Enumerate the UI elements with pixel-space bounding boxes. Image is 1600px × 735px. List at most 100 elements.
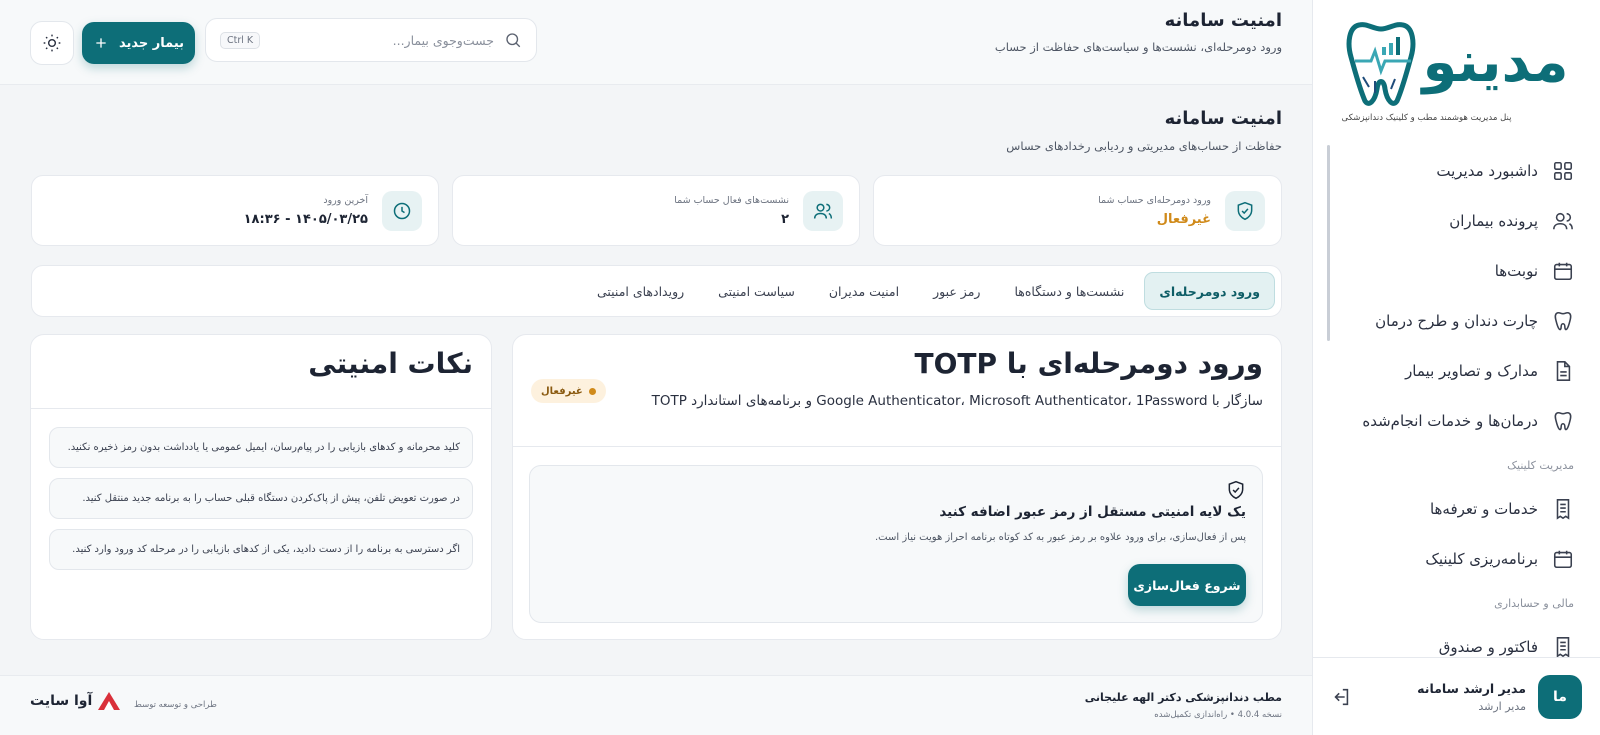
sidebar-section-clinic: مدیریت کلینیک [1507, 458, 1574, 472]
stat-icon-box [803, 190, 843, 231]
totp-title: ورود دومرحله‌ای با TOTP [914, 347, 1263, 380]
shield-check-icon [1237, 201, 1253, 220]
users-icon [1553, 212, 1573, 230]
brand-name: مدینو [1422, 30, 1569, 95]
stat-text: ورود دومرحله‌ای حساب شما غیرفعال [1098, 195, 1211, 227]
tab-two-factor[interactable]: ورود دومرحله‌ای [1144, 272, 1275, 310]
sidebar-item-label: نوبت‌ها [1494, 262, 1538, 280]
sidebar-nav: داشبورد مدیریت پرونده بیماران نوبت‌ها چا… [1313, 140, 1600, 672]
sidebar-item-dashboard[interactable]: داشبورد مدیریت [1313, 146, 1600, 196]
stat-icon-box [382, 190, 422, 231]
totp-panel: ورود دومرحله‌ای با TOTP سازگار با Google… [512, 334, 1282, 640]
security-tips-panel: نکات امنیتی کلید محرمانه و کدهای بازیابی… [30, 334, 492, 640]
tip-item: در صورت تعویض تلفن، پیش از پاک‌کردن دستگ… [49, 478, 473, 519]
status-dot [588, 387, 596, 395]
stat-text: نشست‌های فعال حساب شما ۲ [674, 195, 789, 227]
tooth-icon [1554, 411, 1572, 431]
user-info: مدیر ارشد سامانه مدیر ارشد [1417, 681, 1526, 713]
stat-label: ورود دومرحله‌ای حساب شما [1098, 194, 1211, 206]
totp-activation-box: یک لایه امنیتی مستقل از رمز عبور اضافه ک… [529, 465, 1263, 623]
grid-icon [1553, 161, 1573, 181]
brand-tagline: پنل مدیریت هوشمند مطب و کلینیک دندانپزشک… [1341, 113, 1512, 123]
sidebar-item-dental-chart[interactable]: چارت دندان و طرح درمان [1313, 296, 1600, 346]
stat-card-2fa: ورود دومرحله‌ای حساب شما غیرفعال [873, 175, 1282, 246]
new-patient-label: بیمار جدید [118, 35, 185, 51]
ava-logo-icon [98, 692, 121, 710]
status-badge: غیرفعال [531, 379, 606, 403]
calendar-icon [1553, 550, 1573, 569]
sidebar-item-services[interactable]: خدمات و تعرفه‌ها [1313, 484, 1600, 534]
tab-sessions[interactable]: نشست‌ها و دستگاه‌ها [1000, 272, 1138, 310]
topbar-title: امنیت سامانه [1164, 10, 1282, 31]
topbar-subtitle: ورود دومرحله‌ای، نشست‌ها و سیاست‌های حفا… [994, 40, 1282, 54]
stat-value: ۱۴۰۵/۰۳/۲۵ - ۱۸:۳۶ [243, 211, 368, 227]
sidebar-item-label: خدمات و تعرفه‌ها [1429, 500, 1538, 518]
avatar[interactable]: ما [1538, 674, 1582, 719]
sidebar-item-label: مدارک و تصاویر بیمار [1405, 362, 1538, 380]
sidebar: مدینو پنل مدیریت هوشمند مطب و کلینیک دند… [1312, 0, 1600, 735]
company-name: آوا سایت [30, 693, 93, 709]
footer-version: نسخه 4.0.4 • راه‌اندازی تکمیل‌شده [1154, 710, 1282, 720]
page-title: امنیت سامانه [1164, 108, 1282, 129]
receipt-icon [1556, 499, 1570, 520]
totp-subtitle: سازگار با Google Authenticator، Microsof… [651, 393, 1263, 409]
tip-item: کلید محرمانه و کدهای بازیابی را در پیام‌… [49, 427, 473, 468]
logout-button[interactable] [1330, 686, 1352, 708]
calendar-icon [1553, 262, 1573, 281]
stat-label: نشست‌های فعال حساب شما [674, 194, 789, 206]
brand-logo[interactable]: مدینو پنل مدیریت هوشمند مطب و کلینیک دند… [1313, 0, 1600, 140]
tab-security-events[interactable]: رویدادهای امنیتی [583, 272, 698, 310]
plus-icon [96, 38, 106, 48]
company-logo[interactable]: آوا سایت [30, 690, 122, 712]
tab-admin-security[interactable]: امنیت مدیران [815, 272, 913, 310]
search-input[interactable]: جست‌وجوی بیمار... Ctrl K [205, 18, 537, 62]
sidebar-item-label: داشبورد مدیریت [1436, 162, 1538, 180]
theme-toggle-button[interactable] [30, 21, 74, 65]
sun-icon [43, 34, 61, 52]
footer-clinic-name: مطب دندانپزشکی دکتر الهه علیجانی [1084, 691, 1282, 704]
logout-icon [1334, 688, 1349, 705]
sidebar-item-clinic-schedule[interactable]: برنامه‌ریزی کلینیک [1313, 534, 1600, 584]
search-shortcut-badge: Ctrl K [220, 31, 261, 49]
sidebar-item-treatments[interactable]: درمان‌ها و خدمات انجام‌شده [1313, 396, 1600, 446]
topbar: امنیت سامانه ورود دومرحله‌ای، نشست‌ها و … [0, 0, 1312, 85]
sidebar-item-documents[interactable]: مدارک و تصاویر بیمار [1313, 346, 1600, 396]
sidebar-item-label: برنامه‌ریزی کلینیک [1425, 550, 1538, 568]
tab-password[interactable]: رمز عبور [919, 272, 994, 310]
sidebar-item-label: پرونده بیماران [1449, 212, 1538, 230]
stat-label: آخرین ورود [323, 194, 368, 206]
status-badge-label: غیرفعال [541, 385, 583, 397]
new-patient-button[interactable]: بیمار جدید [82, 22, 195, 64]
tips-title: نکات امنیتی [308, 347, 473, 380]
sidebar-scrollbar[interactable] [1327, 145, 1330, 341]
start-activation-button[interactable]: شروع فعال‌سازی [1128, 564, 1246, 606]
tooth-icon [1554, 311, 1572, 331]
clock-icon [393, 202, 411, 219]
footer-designed-by: طراحی و توسعه توسط [134, 700, 217, 710]
activation-title: یک لایه امنیتی مستقل از رمز عبور اضافه ک… [939, 504, 1246, 520]
stat-value: ۲ [781, 211, 789, 227]
sidebar-item-label: فاکتور و صندوق [1438, 638, 1538, 656]
security-tabs: ورود دومرحله‌ای نشست‌ها و دستگاه‌ها رمز … [31, 265, 1282, 317]
users-icon [813, 203, 833, 219]
sidebar-item-patients[interactable]: پرونده بیماران [1313, 196, 1600, 246]
tips-header: نکات امنیتی [31, 335, 491, 409]
sidebar-section-finance: مالی و حسابداری [1494, 596, 1574, 610]
stat-card-last-login: آخرین ورود ۱۴۰۵/۰۳/۲۵ - ۱۸:۳۶ [31, 175, 439, 246]
sidebar-item-label: چارت دندان و طرح درمان [1375, 312, 1538, 330]
footer: مطب دندانپزشکی دکتر الهه علیجانی نسخه 4.… [0, 675, 1312, 735]
stat-card-sessions: نشست‌های فعال حساب شما ۲ [452, 175, 860, 246]
stat-value: غیرفعال [1156, 211, 1211, 227]
search-placeholder: جست‌وجوی بیمار... [392, 32, 494, 48]
page-subtitle: حفاظت از حساب‌های مدیریتی و ردیابی رخداد… [1006, 139, 1282, 153]
stat-text: آخرین ورود ۱۴۰۵/۰۳/۲۵ - ۱۸:۳۶ [244, 195, 368, 227]
stat-icon-box [1225, 190, 1265, 231]
tab-security-policy[interactable]: سیاست امنیتی [704, 272, 809, 310]
user-name: مدیر ارشد سامانه [1417, 680, 1526, 696]
sidebar-item-label: درمان‌ها و خدمات انجام‌شده [1362, 412, 1538, 430]
totp-header: ورود دومرحله‌ای با TOTP سازگار با Google… [513, 335, 1281, 447]
main-content: امنیت سامانه ورود دومرحله‌ای، نشست‌ها و … [0, 0, 1312, 735]
sidebar-item-appointments[interactable]: نوبت‌ها [1313, 246, 1600, 296]
shield-check-icon [1226, 480, 1246, 500]
activation-description: پس از فعال‌سازی، برای ورود علاوه بر رمز … [874, 532, 1246, 543]
